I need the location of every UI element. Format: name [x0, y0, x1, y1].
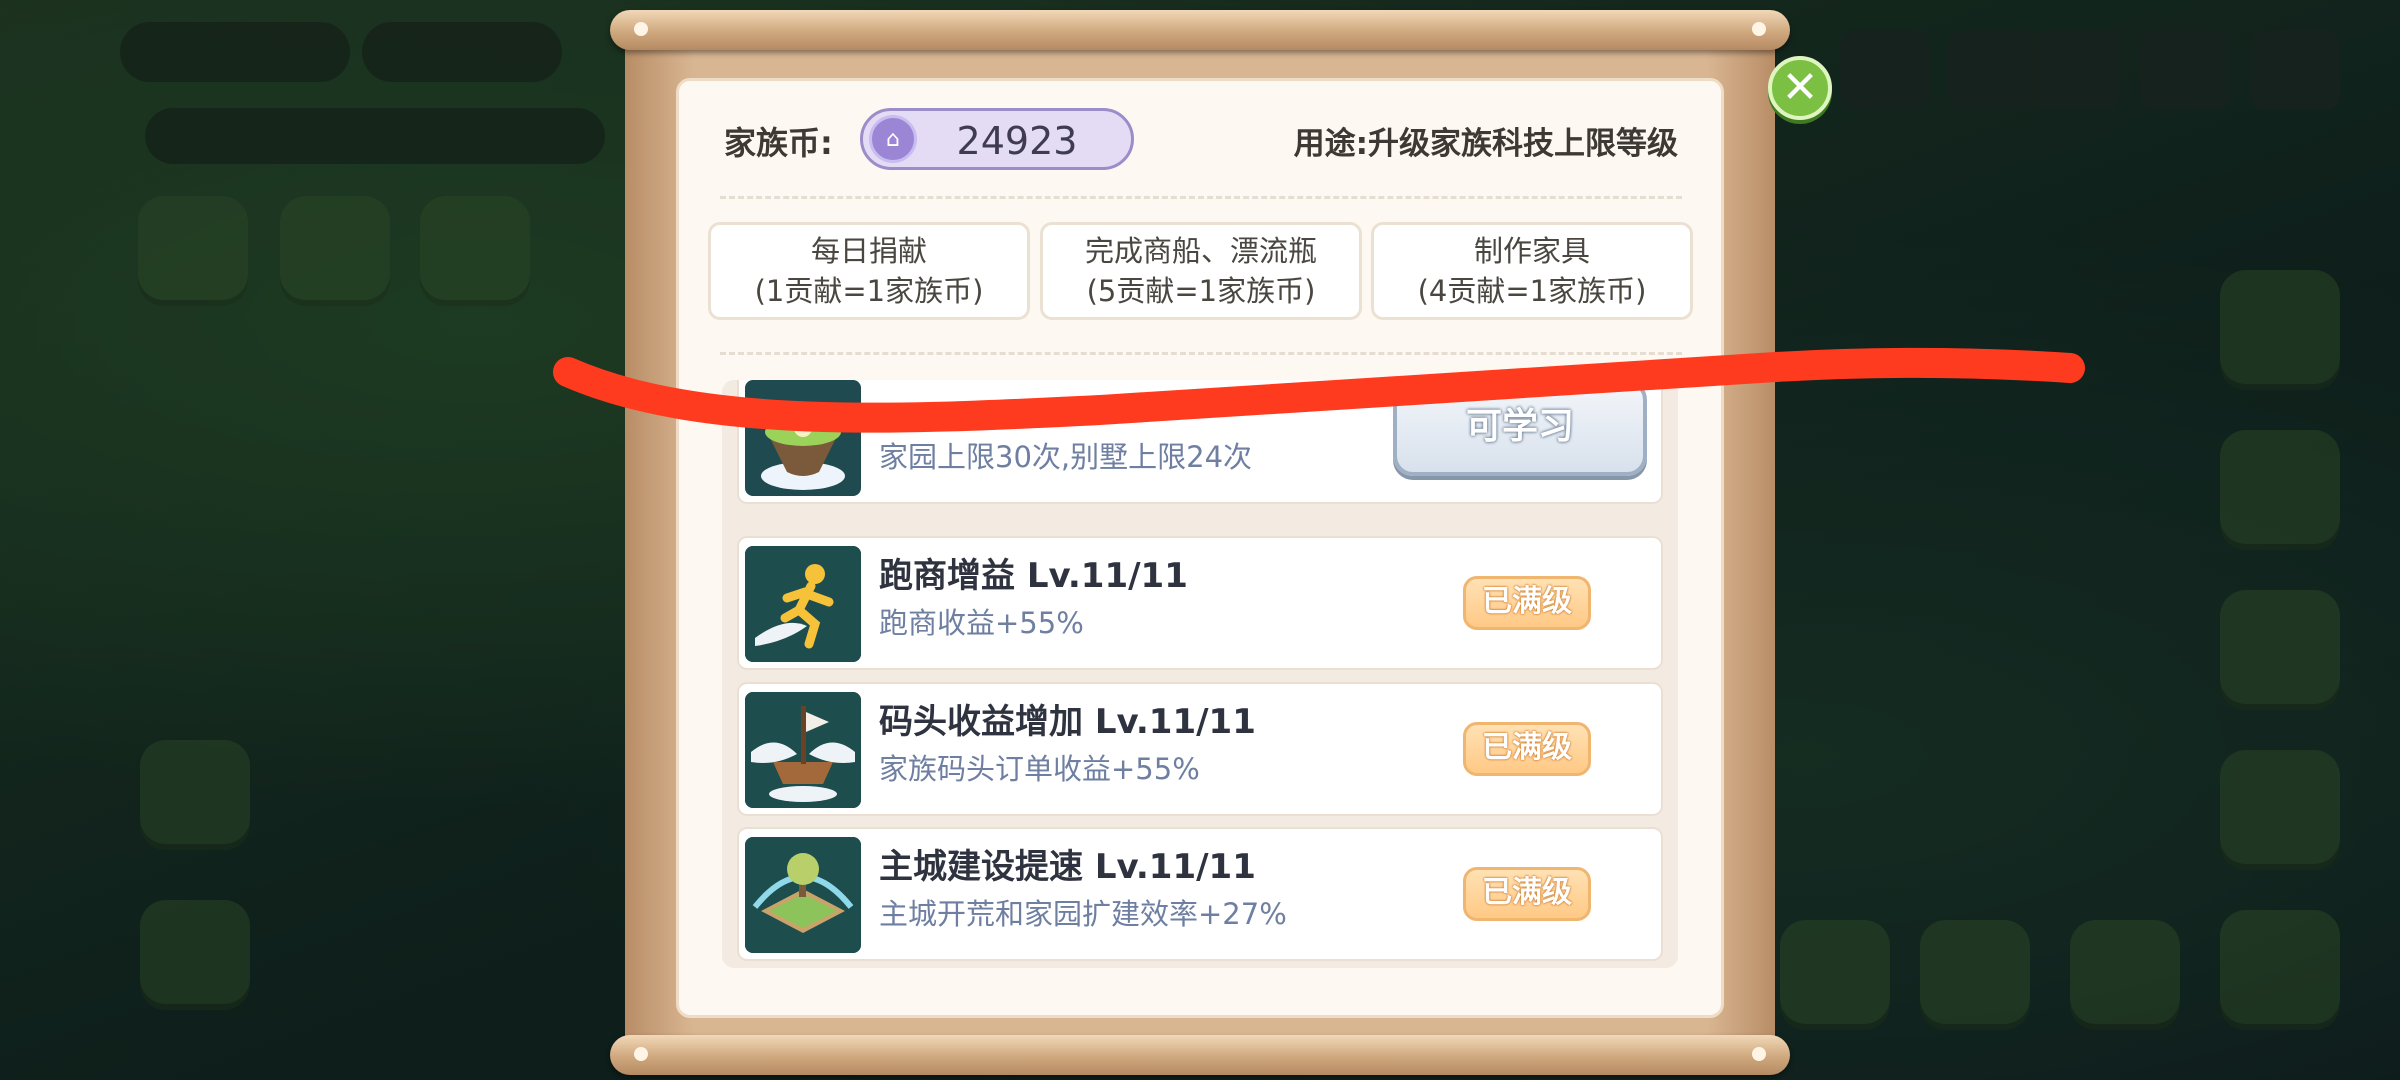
red-annotation-stroke: [553, 347, 2085, 433]
